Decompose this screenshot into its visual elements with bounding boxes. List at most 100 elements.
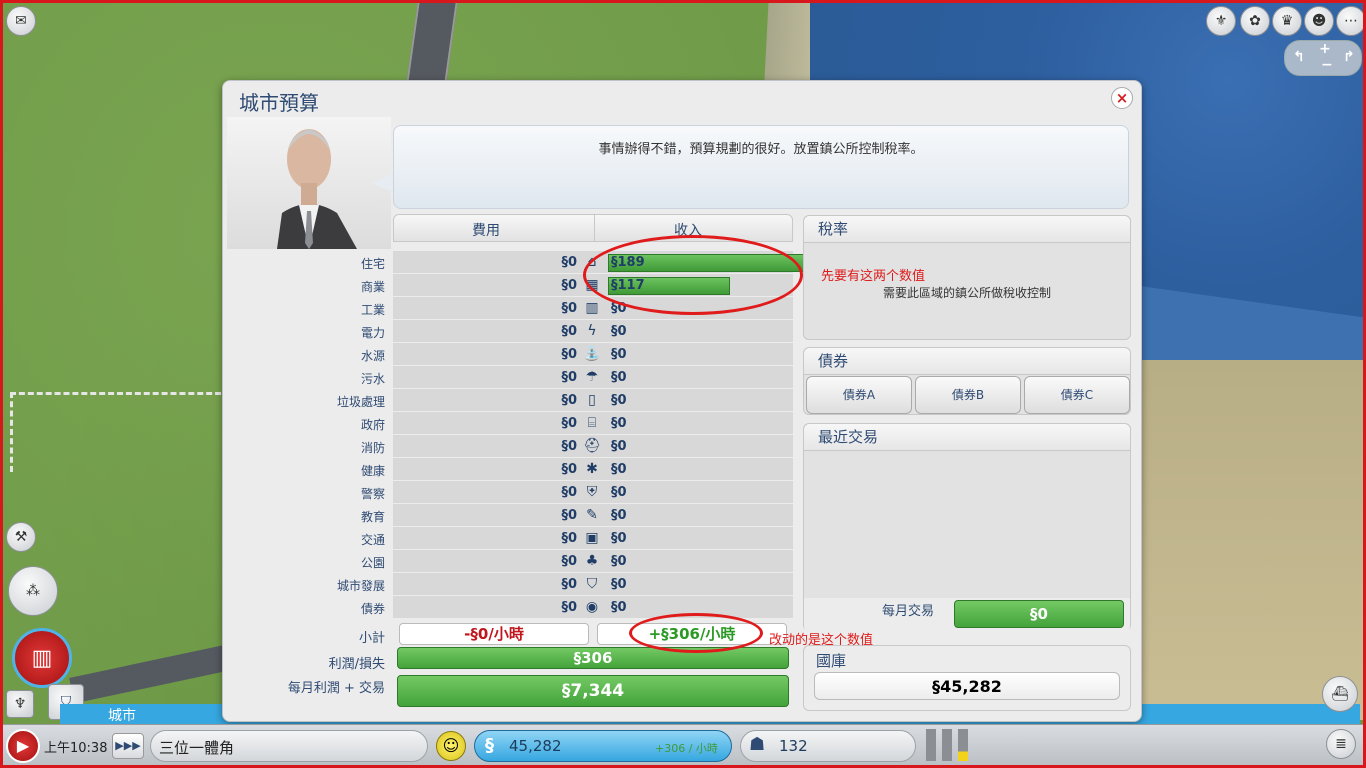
government-icon: ⌸ bbox=[587, 415, 597, 431]
layers-button[interactable]: ≣ bbox=[1326, 729, 1356, 759]
transactions-panel: 最近交易 每月交易 §0 bbox=[803, 423, 1131, 632]
budget-row-income[interactable]: §0 bbox=[611, 416, 627, 431]
profile-button[interactable]: ☻ bbox=[1304, 6, 1334, 36]
rotate-right-icon[interactable]: ↱ bbox=[1343, 49, 1355, 65]
play-icon: ▶ bbox=[16, 736, 30, 755]
data-maps-button[interactable]: ⁂ bbox=[8, 566, 58, 616]
budget-row-label: 警察 bbox=[360, 487, 385, 501]
budget-row-expense[interactable]: §0 bbox=[393, 554, 577, 569]
rotate-left-icon[interactable]: ↰ bbox=[1293, 49, 1305, 65]
wreath-icon: ✿ bbox=[1249, 13, 1261, 29]
subtotal-label: 小計 bbox=[358, 631, 385, 646]
budget-row: 垃圾處理 §0 ▯ §0 bbox=[225, 389, 793, 412]
budget-row-expense[interactable]: §0 bbox=[393, 416, 577, 431]
chat-button[interactable]: ✉ bbox=[6, 6, 36, 36]
transport-button[interactable]: ⛴ bbox=[1322, 676, 1358, 712]
tourism-button[interactable]: ♆ bbox=[6, 690, 34, 718]
budget-row-income[interactable]: §0 bbox=[611, 347, 627, 362]
monthly-profit-value: §7,344 bbox=[397, 675, 789, 707]
chat-icon: ✉ bbox=[15, 13, 27, 29]
budget-row-label: 交通 bbox=[360, 533, 385, 547]
budget-row-expense[interactable]: §0 bbox=[393, 347, 577, 362]
monthly-profit-label: 每月利潤 + 交易 bbox=[287, 681, 385, 696]
funds-rate: +306 / 小時 bbox=[655, 742, 718, 755]
advisor-message: 事情辦得不錯，預算規劃的很好。放置鎮公所控制稅率。 bbox=[598, 142, 924, 157]
budget-row-expense[interactable]: §0 bbox=[393, 600, 577, 615]
budget-row-expense[interactable]: §0 bbox=[393, 485, 577, 500]
sewage-icon: ☂ bbox=[585, 369, 599, 385]
zoom-in-icon[interactable]: + bbox=[1319, 41, 1331, 57]
budget-row-income[interactable]: §0 bbox=[611, 508, 627, 523]
bulldoze-button[interactable]: ⚒ bbox=[6, 522, 36, 552]
city-tab-label[interactable]: 城市 bbox=[108, 705, 136, 725]
camera-controls[interactable]: ↰ + − ↱ bbox=[1284, 40, 1362, 76]
funds-display[interactable]: § 45,282 +306 / 小時 bbox=[474, 730, 732, 762]
region-button[interactable]: ✿ bbox=[1240, 6, 1270, 36]
budget-row-expense[interactable]: §0 bbox=[393, 462, 577, 477]
smiley-icon: ☺ bbox=[442, 736, 460, 755]
transactions-header: 最近交易 bbox=[804, 424, 1130, 451]
city-name-field[interactable]: 三位一體角 bbox=[150, 730, 428, 762]
play-button[interactable]: ▶ bbox=[6, 729, 40, 763]
budget-row-expense[interactable]: §0 bbox=[393, 324, 577, 339]
advisor-speech-bubble: 事情辦得不錯，預算規劃的很好。放置鎮公所控制稅率。 bbox=[393, 125, 1129, 209]
bond-a-button[interactable]: 債券A bbox=[806, 376, 912, 414]
budget-row-income[interactable]: §0 bbox=[611, 554, 627, 569]
city-services-button[interactable]: ▥ bbox=[12, 628, 72, 688]
game-time: 上午10:38 bbox=[44, 741, 108, 756]
population-display[interactable]: ☗ 132 bbox=[740, 730, 916, 762]
budget-row-income[interactable]: §0 bbox=[611, 462, 627, 477]
budget-row: 政府 §0 ⌸ §0 bbox=[225, 412, 793, 435]
budget-row-label: 教育 bbox=[360, 510, 385, 524]
treasury-header: 國庫 bbox=[816, 652, 847, 670]
budget-row-expense[interactable]: §0 bbox=[393, 531, 577, 546]
trophy-icon: ♛ bbox=[1280, 13, 1294, 29]
menu-button[interactable]: ⋯ bbox=[1336, 6, 1366, 36]
budget-row-income[interactable]: §0 bbox=[611, 600, 627, 615]
trash-icon: ▯ bbox=[588, 392, 596, 408]
budget-row-income[interactable]: §0 bbox=[611, 439, 627, 454]
budget-row-income[interactable]: §0 bbox=[611, 577, 627, 592]
bonds-header: 債券 bbox=[804, 348, 1130, 375]
more-icon: ⋯ bbox=[1344, 13, 1358, 29]
bond-b-button[interactable]: 債券B bbox=[915, 376, 1021, 414]
rci-demand-r[interactable] bbox=[926, 729, 936, 761]
annotation-note-2: 改动的是这个数值 bbox=[769, 633, 874, 648]
rci-demand-i[interactable] bbox=[958, 729, 968, 761]
budget-row-income[interactable]: §0 bbox=[611, 324, 627, 339]
game-speed-button[interactable]: ▶▶▶ bbox=[112, 733, 144, 759]
budget-row-expense[interactable]: §0 bbox=[393, 393, 577, 408]
profit-label: 利潤/損失 bbox=[328, 657, 385, 672]
budget-row-income[interactable]: §0 bbox=[611, 370, 627, 385]
happiness-indicator[interactable]: ☺ bbox=[436, 731, 466, 761]
advisor-portrait bbox=[227, 117, 391, 249]
budget-row-income[interactable]: §0 bbox=[611, 485, 627, 500]
budget-row-expense[interactable]: §0 bbox=[393, 577, 577, 592]
fire-helmet-icon: ⛑ bbox=[583, 438, 601, 454]
layers-icon: ≣ bbox=[1335, 736, 1347, 752]
bond-c-button[interactable]: 債券C bbox=[1024, 376, 1130, 414]
budget-row-expense[interactable]: §0 bbox=[393, 439, 577, 454]
treasury-panel: 國庫 §45,282 bbox=[803, 645, 1131, 711]
budget-row-label: 健康 bbox=[360, 464, 385, 478]
budget-row: 健康 §0 ✱ §0 bbox=[225, 458, 793, 481]
budget-row-expense[interactable]: §0 bbox=[393, 278, 577, 293]
shield-icon: ⛉ bbox=[586, 576, 598, 592]
achievements-button[interactable]: ⚜ bbox=[1206, 6, 1236, 36]
budget-row-income[interactable]: §0 bbox=[611, 393, 627, 408]
leaderboard-button[interactable]: ♛ bbox=[1272, 6, 1302, 36]
transactions-footer: 每月交易 §0 bbox=[804, 598, 1130, 632]
budget-row-income[interactable]: §0 bbox=[611, 531, 627, 546]
budget-row-expense[interactable]: §0 bbox=[393, 301, 577, 316]
budget-row-expense[interactable]: §0 bbox=[393, 370, 577, 385]
close-button[interactable]: × bbox=[1111, 87, 1133, 109]
zoom-out-icon[interactable]: − bbox=[1321, 57, 1333, 73]
moneybag-icon: ◉ bbox=[585, 599, 599, 615]
budget-row-label: 公園 bbox=[360, 556, 385, 570]
bus-icon: ▣ bbox=[585, 530, 599, 546]
rci-demand-c[interactable] bbox=[942, 729, 952, 761]
speech-bubble-tail bbox=[371, 173, 395, 193]
budget-row-expense[interactable]: §0 bbox=[393, 255, 577, 270]
budget-row-expense[interactable]: §0 bbox=[393, 508, 577, 523]
budget-row-label: 污水 bbox=[360, 372, 385, 386]
